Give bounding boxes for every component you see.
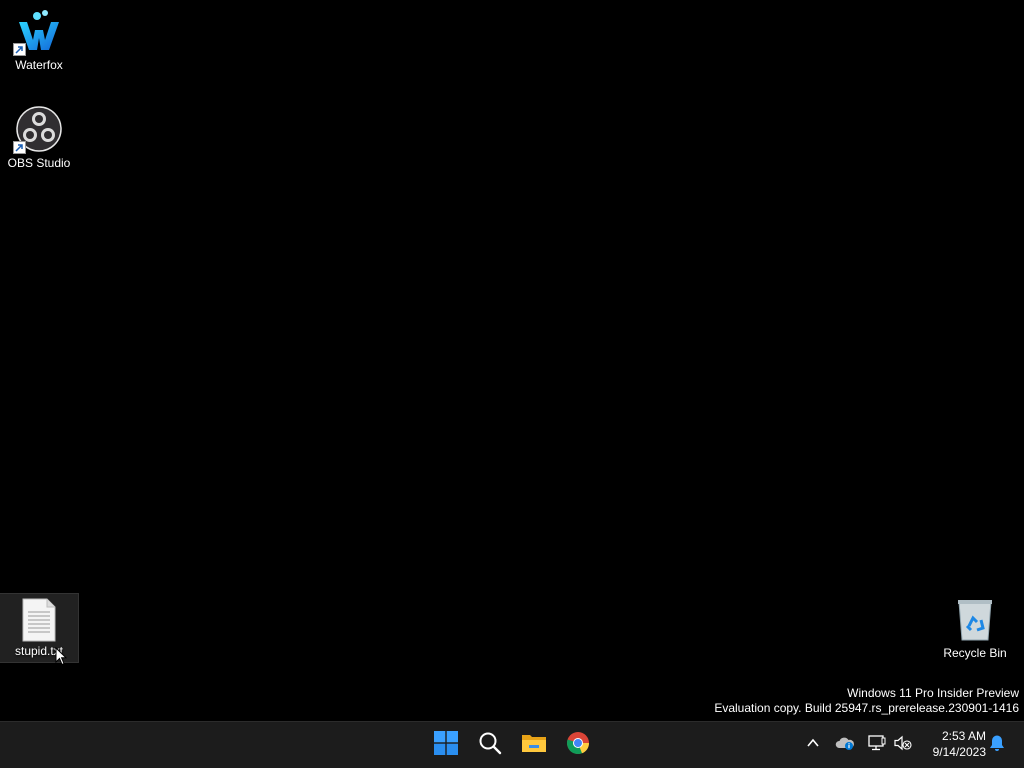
show-hidden-icons-button[interactable] [802,734,824,756]
mouse-cursor-icon [55,646,68,671]
evaluation-watermark: Windows 11 Pro Insider Preview Evaluatio… [714,686,1019,716]
shortcut-arrow-icon [13,43,26,56]
recycle-bin-icon [951,596,999,644]
clock-date: 9/14/2023 [932,745,986,759]
volume-tray-button[interactable] [892,734,914,756]
shortcut-arrow-icon [13,141,26,154]
network-icon [868,734,886,756]
watermark-build: Evaluation copy. Build 25947.rs_prerelea… [714,701,1019,715]
search-icon [478,731,502,760]
desktop-icon-label: Waterfox [15,58,63,72]
taskbar: 2:53 AM 9/14/2023 [0,721,1024,768]
chrome-icon [566,731,590,760]
file-explorer-icon [521,731,547,760]
search-button[interactable] [470,722,510,768]
notification-bell-icon [989,734,1005,757]
desktop-icon-recycle-bin[interactable]: Recycle Bin [936,596,1014,660]
notifications-button[interactable] [986,734,1008,756]
network-tray-button[interactable] [866,734,888,756]
taskbar-clock[interactable]: 2:53 AM 9/14/2023 [916,728,986,760]
start-button[interactable] [426,722,466,768]
clock-time: 2:53 AM [941,729,986,743]
desktop-icon-label: Recycle Bin [943,646,1007,660]
onedrive-tray-button[interactable] [834,734,856,756]
obs-studio-icon [13,106,63,154]
desktop-icon-label: OBS Studio [7,156,71,170]
watermark-edition: Windows 11 Pro Insider Preview [847,686,1019,700]
chevron-up-icon [806,736,820,755]
start-icon [434,730,458,760]
desktop-icon-obs-studio[interactable]: OBS Studio [0,106,78,170]
file-explorer-button[interactable] [514,722,554,768]
chrome-button[interactable] [558,722,598,768]
waterfox-icon [13,8,63,56]
volume-muted-icon [894,735,912,756]
text-file-icon [19,598,59,642]
onedrive-icon [835,735,855,756]
desktop-icon-waterfox[interactable]: Waterfox [0,8,78,72]
desktop[interactable]: Waterfox OBS Studio stupid.txt Recycle B… [0,0,1024,721]
